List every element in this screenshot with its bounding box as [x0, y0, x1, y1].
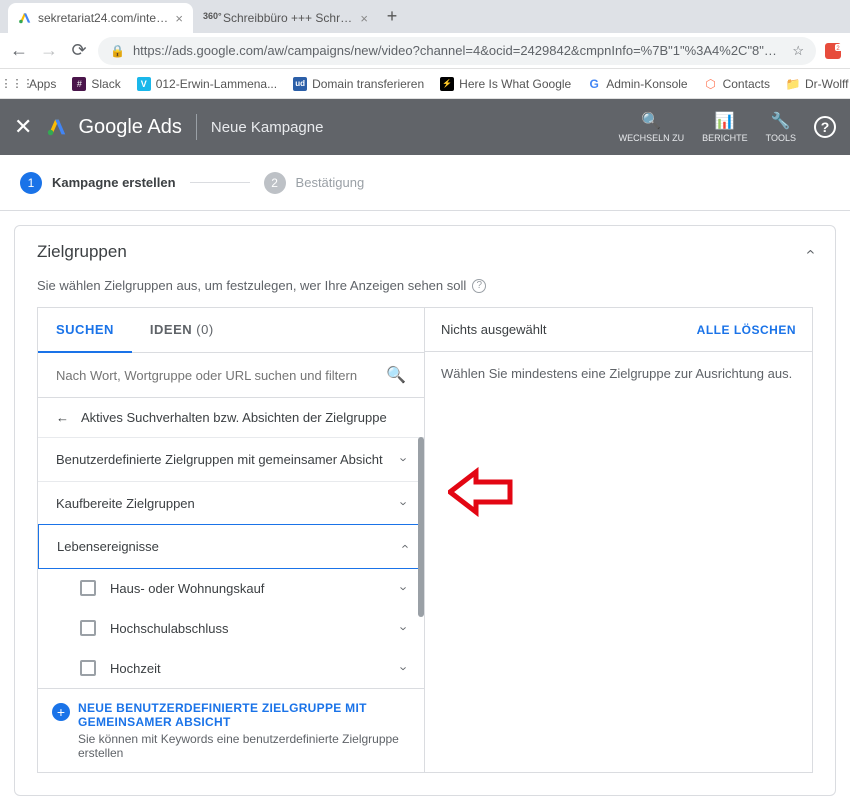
collapse-card-button[interactable]	[808, 243, 813, 261]
close-icon[interactable]: ×	[175, 11, 183, 26]
tab-search[interactable]: SUCHEN	[38, 308, 132, 353]
audiences-card: Zielgruppen Sie wählen Zielgruppen aus, …	[14, 225, 836, 796]
breadcrumb[interactable]: ← Aktives Suchverhalten bzw. Absichten d…	[38, 398, 424, 437]
search-icon: 🔍	[641, 111, 661, 131]
search-icon[interactable]: 🔍	[386, 365, 406, 385]
step-2-indicator: 2	[264, 172, 286, 194]
life-event-home-purchase[interactable]: Haus- oder Wohnungskauf	[38, 568, 424, 608]
checkbox[interactable]	[80, 620, 96, 636]
stepper: 1 Kampagne erstellen 2 Bestätigung	[0, 155, 850, 211]
site-favicon: 360°	[203, 11, 217, 25]
step-2-label: Bestätigung	[296, 175, 365, 190]
help-icon[interactable]: ?	[472, 279, 486, 293]
chevron-down-icon	[402, 661, 406, 676]
none-selected-label: Nichts ausgewählt	[441, 322, 547, 337]
step-connector	[190, 182, 250, 183]
ud-icon: ud	[293, 77, 307, 91]
add-custom-intent-audience[interactable]: + NEUE BENUTZERDEFINIERTE ZIELGRUPPE MIT…	[38, 688, 424, 772]
bookmark-drwolff[interactable]: 📁Dr-Wolff	[786, 77, 849, 91]
ads-header: ✕ Google Ads Neue Kampagne 🔍 WECHSELN ZU…	[0, 99, 850, 155]
checkbox[interactable]	[80, 660, 96, 676]
bookmark-contacts[interactable]: ⬡Contacts	[704, 77, 770, 91]
folder-icon: 📁	[786, 77, 800, 91]
hubspot-icon: ⬡	[704, 77, 718, 91]
step-1-indicator: 1	[20, 172, 42, 194]
lock-icon: 🔒	[110, 44, 125, 58]
back-button[interactable]: ←	[8, 40, 30, 61]
close-icon[interactable]: ×	[360, 11, 368, 26]
seo-icon: ⚡	[440, 77, 454, 91]
card-description: Sie wählen Zielgruppen aus, um festzuleg…	[37, 278, 466, 293]
empty-state-text: Wählen Sie mindestens eine Zielgruppe zu…	[425, 352, 812, 395]
browser-tab-inactive[interactable]: 360° Schreibbüro +++ Schreibdienst ×	[193, 3, 378, 33]
bookmark-admin[interactable]: GAdmin-Konsole	[587, 77, 687, 91]
reports-icon: 📊	[715, 111, 735, 131]
chevron-down-icon	[402, 621, 406, 636]
tools-button[interactable]: 🔧 TOOLS	[766, 111, 796, 143]
bookmark-star-icon[interactable]: ☆	[792, 43, 804, 59]
annotation-arrow	[448, 467, 518, 520]
audience-search-panel: SUCHEN IDEEN (0) 🔍 ← Aktives Suchverhalt…	[38, 308, 425, 772]
bookmark-seo[interactable]: ⚡Here Is What Google	[440, 77, 571, 91]
bookmark-vimeo[interactable]: V012-Erwin-Lammena...	[137, 77, 277, 91]
switch-to-button[interactable]: 🔍 WECHSELN ZU	[619, 111, 685, 143]
browser-tabbar: sekretariat24.com/internetagentur × 360°…	[0, 0, 850, 33]
audience-search-input[interactable]	[56, 368, 386, 383]
wrench-icon: 🔧	[771, 111, 791, 131]
audience-group-life-events[interactable]: Lebensereignisse	[38, 524, 424, 569]
page-subtitle: Neue Kampagne	[211, 119, 324, 136]
brand-text: Google Ads	[78, 116, 181, 139]
url-field[interactable]: 🔒 https://ads.google.com/aw/campaigns/ne…	[98, 37, 816, 65]
tab-title: Schreibbüro +++ Schreibdienst	[223, 11, 354, 25]
life-event-graduation[interactable]: Hochschulabschluss	[38, 608, 424, 648]
step-1-label: Kampagne erstellen	[52, 175, 176, 190]
ads-logo: Google Ads	[46, 116, 181, 139]
close-campaign-button[interactable]: ✕	[14, 114, 32, 140]
reports-button[interactable]: 📊 BERICHTE	[702, 111, 748, 143]
tab-ideas[interactable]: IDEEN (0)	[132, 308, 232, 352]
chevron-up-icon	[402, 539, 406, 554]
plus-icon: +	[52, 703, 70, 721]
clear-all-button[interactable]: ALLE LÖSCHEN	[697, 323, 796, 337]
vimeo-icon: V	[137, 77, 151, 91]
google-icon: G	[587, 77, 601, 91]
new-tab-button[interactable]: +	[378, 6, 406, 27]
audience-group-in-market[interactable]: Kaufbereite Zielgruppen	[38, 481, 424, 525]
chevron-down-icon	[402, 452, 406, 467]
life-event-marriage[interactable]: Hochzeit	[38, 648, 424, 688]
back-arrow-icon: ←	[56, 410, 69, 425]
tab-title: sekretariat24.com/internetagentur	[38, 11, 169, 25]
card-title: Zielgruppen	[37, 242, 127, 262]
bookmark-apps[interactable]: ⋮⋮⋮Apps	[10, 77, 56, 91]
extension-icon[interactable]: 2	[824, 42, 842, 60]
reload-button[interactable]: ⟳	[68, 40, 90, 61]
address-bar: ← → ⟳ 🔒 https://ads.google.com/aw/campai…	[0, 33, 850, 69]
forward-button[interactable]: →	[38, 40, 60, 61]
selected-audiences-panel: Nichts ausgewählt ALLE LÖSCHEN Wählen Si…	[425, 308, 812, 772]
checkbox[interactable]	[80, 580, 96, 596]
bookmark-slack[interactable]: #Slack	[72, 77, 120, 91]
bookmark-domain[interactable]: udDomain transferieren	[293, 77, 424, 91]
audience-group-custom-intent[interactable]: Benutzerdefinierte Zielgruppen mit gemei…	[38, 437, 424, 481]
help-button[interactable]: ?	[814, 116, 836, 138]
slack-icon: #	[72, 77, 86, 91]
scrollbar[interactable]	[418, 437, 424, 617]
apps-icon: ⋮⋮⋮	[10, 77, 24, 91]
url-text: https://ads.google.com/aw/campaigns/new/…	[133, 43, 786, 58]
divider	[196, 114, 197, 140]
bookmarks-bar: ⋮⋮⋮Apps #Slack V012-Erwin-Lammena... udD…	[0, 69, 850, 99]
chevron-down-icon	[402, 496, 406, 511]
browser-tab-active[interactable]: sekretariat24.com/internetagentur ×	[8, 3, 193, 33]
chevron-down-icon	[402, 581, 406, 596]
ads-favicon	[18, 11, 32, 25]
